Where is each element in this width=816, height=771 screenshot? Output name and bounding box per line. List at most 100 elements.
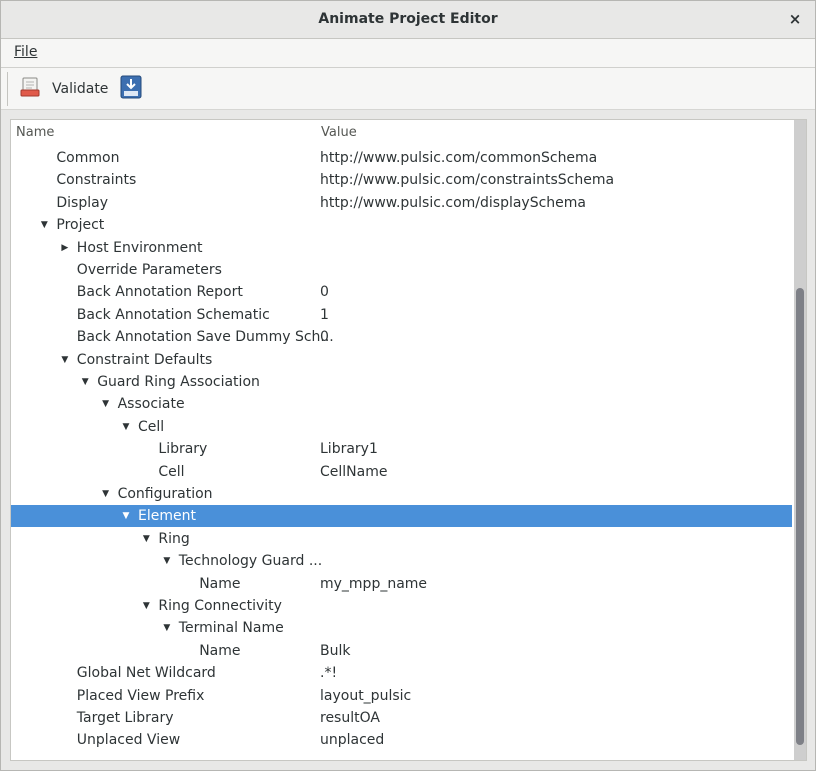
tree-row[interactable]: Global Net Wildcard .*! <box>11 662 792 684</box>
scrollbar-thumb[interactable] <box>796 288 804 745</box>
tree-row[interactable]: Back Annotation Save Dummy Sch... 0 <box>11 326 792 348</box>
tree-row[interactable]: Common http://www.pulsic.com/commonSchema <box>11 147 792 169</box>
tree-row-name: Technology Guard ... <box>178 553 323 570</box>
tree-row-value: http://www.pulsic.com/displaySchema <box>320 194 586 211</box>
tree-row[interactable]: Constraints http://www.pulsic.com/constra… <box>11 169 792 191</box>
tree-row-name: Target Library <box>76 710 174 726</box>
menu-bar: File <box>1 39 815 68</box>
tree-row-value: unplaced <box>320 732 385 749</box>
expander-expanded-icon[interactable]: ▼ <box>38 214 50 236</box>
tree-row[interactable]: ▶ Host Environment <box>11 237 792 259</box>
tree-row[interactable]: Placed View Prefix layout_pulsic <box>11 685 792 707</box>
tree-row[interactable]: ▼ Terminal Name <box>11 617 792 639</box>
vertical-scrollbar[interactable] <box>794 120 806 760</box>
tree-row[interactable]: ▼ Constraint Defaults <box>11 349 792 371</box>
tree-row-name: Display <box>56 194 108 211</box>
app-window: Animate Project Editor × File Validate N… <box>0 0 816 771</box>
validate-label: Validate <box>52 81 109 97</box>
tree-row-name: Element <box>138 508 196 525</box>
document-validate-icon <box>18 75 42 103</box>
tree-row-value: http://www.pulsic.com/commonSchema <box>320 150 598 166</box>
tree-row-name: Global Net Wildcard <box>76 665 216 682</box>
tree-row-value: Bulk <box>320 642 351 659</box>
tree-row-name: Constraints <box>56 172 137 189</box>
tree-row[interactable]: Back Annotation Report 0 <box>11 281 792 303</box>
tree-row-name: Ring Connectivity <box>158 598 282 614</box>
tree-row-name: Guard Ring Association <box>97 374 260 390</box>
tree-row[interactable]: Override Parameters <box>11 259 792 281</box>
tree-row[interactable]: Name Bulk <box>11 640 792 662</box>
expander-expanded-icon[interactable]: ▼ <box>140 595 152 617</box>
expander-expanded-icon[interactable]: ▼ <box>100 483 112 505</box>
tree-row-name: Cell <box>158 463 185 480</box>
tree-row-value: 0 <box>320 329 329 346</box>
tree-row[interactable]: ▼ Element <box>11 505 792 528</box>
download-button[interactable] <box>120 74 142 104</box>
toolbar-grip[interactable] <box>7 72 8 106</box>
tree-row-name: Cell <box>138 418 165 435</box>
tree-row[interactable]: ▼ Cell <box>11 416 792 438</box>
tree-row-value: 0 <box>320 284 329 301</box>
expander-expanded-icon[interactable]: ▼ <box>140 528 152 550</box>
tree-row-name: Name <box>199 642 241 659</box>
tree-row[interactable]: ▼ Configuration <box>11 483 792 505</box>
tree-row-value: my_mpp_name <box>320 575 428 592</box>
tree-row[interactable]: Unplaced View unplaced <box>11 729 792 751</box>
tree-row-name: Back Annotation Report <box>76 284 243 301</box>
tree-row-value: layout_pulsic <box>320 687 412 704</box>
tree-row-value: http://www.pulsic.com/constraintsSchema <box>320 172 615 189</box>
tree-row-name: Ring <box>158 530 190 547</box>
toolbar: Validate <box>1 68 815 110</box>
tree-row[interactable]: Display http://www.pulsic.com/displaySche… <box>11 192 792 214</box>
tree-header: Name Value <box>11 120 792 146</box>
window-title: Animate Project Editor <box>318 11 498 27</box>
menu-file[interactable]: File <box>14 44 37 60</box>
tree-row-value: .*! <box>320 665 338 682</box>
tree-row[interactable]: ▼ Associate <box>11 393 792 415</box>
column-header-value[interactable]: Value <box>321 125 357 140</box>
tree-row[interactable]: ▼ Ring <box>11 528 792 550</box>
tree-row[interactable]: Cell CellName <box>11 461 792 483</box>
tree-row[interactable]: Library Library1 <box>11 438 792 460</box>
title-bar[interactable]: Animate Project Editor × <box>1 1 815 39</box>
tree-row-name: Project <box>56 217 105 234</box>
expander-expanded-icon[interactable]: ▼ <box>100 393 112 415</box>
tree-row[interactable]: Back Annotation Schematic 1 <box>11 304 792 326</box>
tree-row[interactable]: Name my_mpp_name <box>11 573 792 595</box>
tree-row[interactable]: Target Library resultOA <box>11 707 792 729</box>
tree-row-name: Host Environment <box>76 239 203 256</box>
properties-tree[interactable]: Name Value Common http://www.pulsic.com/c… <box>10 119 807 761</box>
tree-row-value: resultOA <box>320 710 380 726</box>
tree-row-name: Unplaced View <box>76 732 181 749</box>
tree-row-name: Associate <box>117 396 185 413</box>
tree-row-name: Constraint Defaults <box>76 351 213 368</box>
expander-expanded-icon[interactable]: ▼ <box>59 349 71 371</box>
tree-row[interactable]: ▼ Guard Ring Association <box>11 371 792 393</box>
expander-expanded-icon[interactable]: ▼ <box>120 505 132 527</box>
menu-file-label: File <box>14 44 38 60</box>
expander-expanded-icon[interactable]: ▼ <box>161 550 173 572</box>
tree-row-name: Placed View Prefix <box>76 687 205 704</box>
tree-row-value: Library1 <box>320 441 378 458</box>
tree-row-name: Back Annotation Schematic <box>76 306 270 323</box>
expander-expanded-icon[interactable]: ▼ <box>161 617 173 639</box>
download-icon <box>120 75 142 103</box>
tree-row-name: Library <box>158 441 208 458</box>
tree-row-value: CellName <box>320 463 388 480</box>
tree-row-name: Configuration <box>117 486 213 502</box>
expander-expanded-icon[interactable]: ▼ <box>120 416 132 438</box>
tree-row-name: Override Parameters <box>76 262 222 278</box>
column-header-name[interactable]: Name <box>16 125 54 140</box>
tree-row-name: Terminal Name <box>178 620 284 637</box>
tree-row[interactable]: ▼ Ring Connectivity <box>11 595 792 617</box>
tree-row-name: Common <box>56 150 120 166</box>
expander-collapsed-icon[interactable]: ▶ <box>59 237 71 259</box>
tree-row[interactable]: ▼ Technology Guard ... <box>11 550 792 572</box>
tree-row-value: 1 <box>320 306 329 323</box>
expander-expanded-icon[interactable]: ▼ <box>79 371 91 393</box>
tree-row-name: Name <box>199 575 241 592</box>
tree-row-name: Back Annotation Save Dummy Sch... <box>76 329 334 346</box>
validate-button[interactable]: Validate <box>18 74 108 104</box>
tree-row[interactable]: ▼ Project <box>11 214 792 236</box>
close-icon[interactable]: × <box>785 1 805 38</box>
